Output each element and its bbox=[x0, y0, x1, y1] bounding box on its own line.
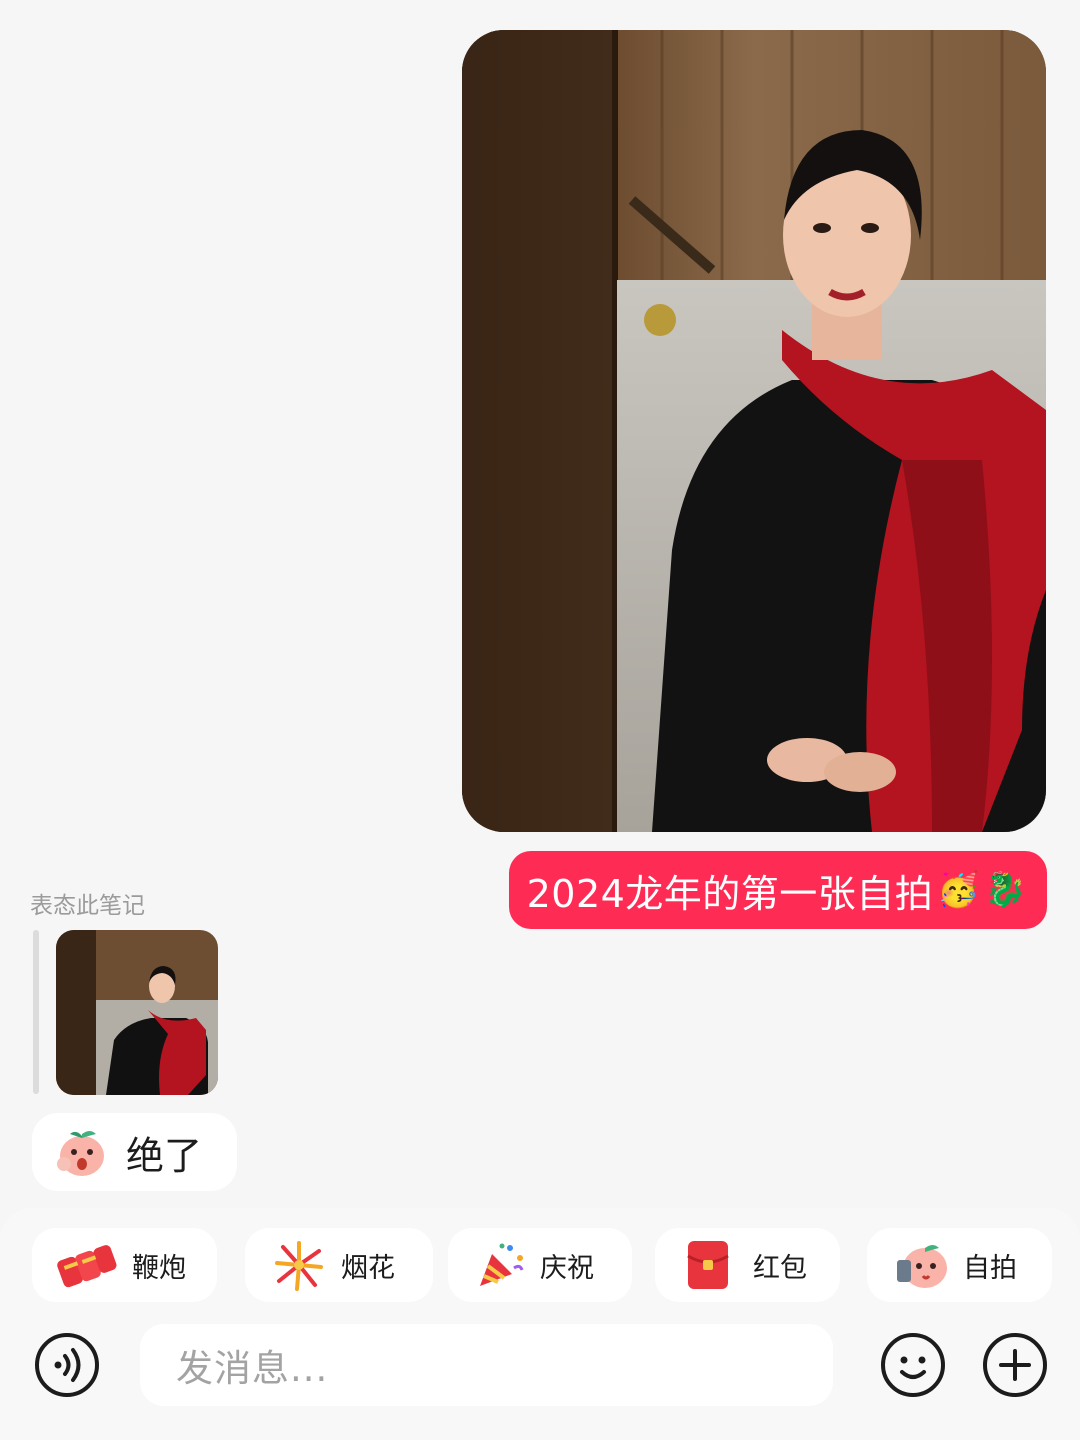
sent-photo[interactable] bbox=[462, 30, 1046, 832]
firework-icon bbox=[275, 1241, 323, 1291]
reply-bubble[interactable]: 绝了 bbox=[32, 1113, 237, 1191]
message-text: 2024龙年的第一张自拍 bbox=[526, 871, 934, 916]
selfie-photo-image bbox=[462, 30, 1046, 832]
quote-bar bbox=[33, 930, 39, 1094]
quick-action-label: 鞭炮 bbox=[132, 1252, 186, 1284]
reply-text: 绝了 bbox=[126, 1133, 203, 1178]
party-popper-icon bbox=[480, 1243, 524, 1286]
reaction-label: 表态此笔记 bbox=[30, 893, 145, 919]
quick-action-label: 红包 bbox=[753, 1252, 807, 1284]
sent-message-bubble[interactable]: 2024龙年的第一张自拍 🥳 🐉 bbox=[508, 851, 1047, 929]
quick-action-label: 自拍 bbox=[963, 1252, 1017, 1284]
quick-action-label: 烟花 bbox=[341, 1252, 395, 1284]
message-input-placeholder: 发消息... bbox=[176, 1347, 329, 1390]
add-icon[interactable] bbox=[982, 1332, 1048, 1398]
quoted-photo-thumbnail[interactable] bbox=[56, 930, 218, 1095]
emoji-icon[interactable] bbox=[880, 1332, 946, 1398]
surprised-peach-sticker-icon bbox=[57, 1131, 104, 1176]
quick-action-red-envelope[interactable]: 红包 bbox=[655, 1228, 840, 1302]
thumbnail-image bbox=[56, 930, 218, 1095]
partying-face-emoji: 🥳 bbox=[937, 870, 981, 910]
red-envelope-icon bbox=[687, 1241, 729, 1289]
message-input[interactable]: 发消息... bbox=[140, 1324, 833, 1406]
quick-action-label: 庆祝 bbox=[540, 1252, 594, 1284]
voice-input-icon[interactable] bbox=[34, 1332, 100, 1398]
quick-action-firework[interactable]: 烟花 bbox=[245, 1228, 433, 1302]
dragon-emoji: 🐉 bbox=[984, 870, 1027, 910]
selfie-peach-icon bbox=[897, 1245, 947, 1288]
firecracker-icon bbox=[57, 1245, 117, 1288]
quick-action-selfie[interactable]: 自拍 bbox=[867, 1228, 1052, 1302]
quick-action-celebrate[interactable]: 庆祝 bbox=[448, 1228, 632, 1302]
quick-action-firecracker[interactable]: 鞭炮 bbox=[32, 1228, 217, 1302]
